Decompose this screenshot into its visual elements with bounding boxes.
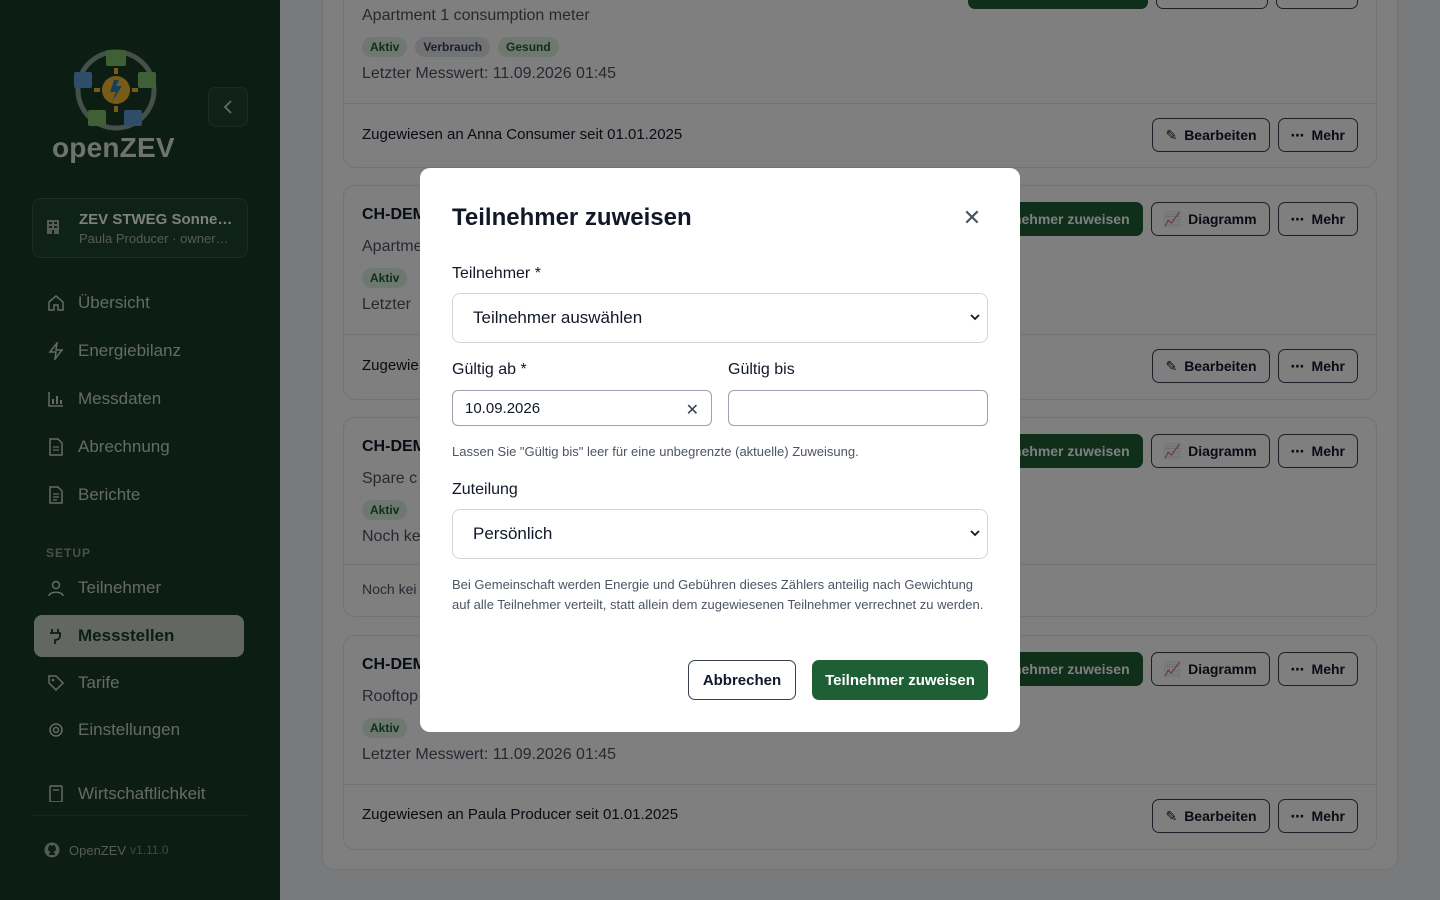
submit-assign-button[interactable]: Teilnehmer zuweisen — [812, 660, 988, 700]
allocation-help-text: Bei Gemeinschaft werden Energie und Gebü… — [452, 577, 984, 612]
allocation-label: Zuteilung — [452, 481, 518, 498]
cancel-button[interactable]: Abbrechen — [688, 660, 796, 700]
participant-select[interactable]: Teilnehmer auswählen — [452, 293, 988, 343]
dialog-title: Teilnehmer zuweisen — [452, 204, 692, 231]
valid-from-value: 10.09.2026 — [465, 399, 541, 417]
clear-date-icon[interactable]: ✕ — [686, 400, 699, 420]
participant-label: Teilnehmer * — [452, 265, 541, 282]
chevron-down-icon — [970, 530, 980, 537]
allocation-select-value: Persönlich — [473, 524, 553, 543]
valid-from-input[interactable]: 10.09.2026 ✕ — [452, 390, 712, 426]
valid-from-label: Gültig ab * — [452, 361, 527, 378]
participant-select-value: Teilnehmer auswählen — [473, 308, 643, 327]
close-icon[interactable]: ✕ — [960, 205, 984, 230]
allocation-select[interactable]: Persönlich — [452, 509, 988, 559]
valid-to-input[interactable] — [728, 390, 988, 426]
chevron-down-icon — [970, 314, 980, 321]
valid-to-label: Gültig bis — [728, 361, 795, 378]
valid-help-text: Lassen Sie "Gültig bis" leer für eine un… — [452, 444, 859, 459]
assign-participant-dialog: Teilnehmer zuweisen ✕ Teilnehmer * Teiln… — [420, 168, 1020, 732]
